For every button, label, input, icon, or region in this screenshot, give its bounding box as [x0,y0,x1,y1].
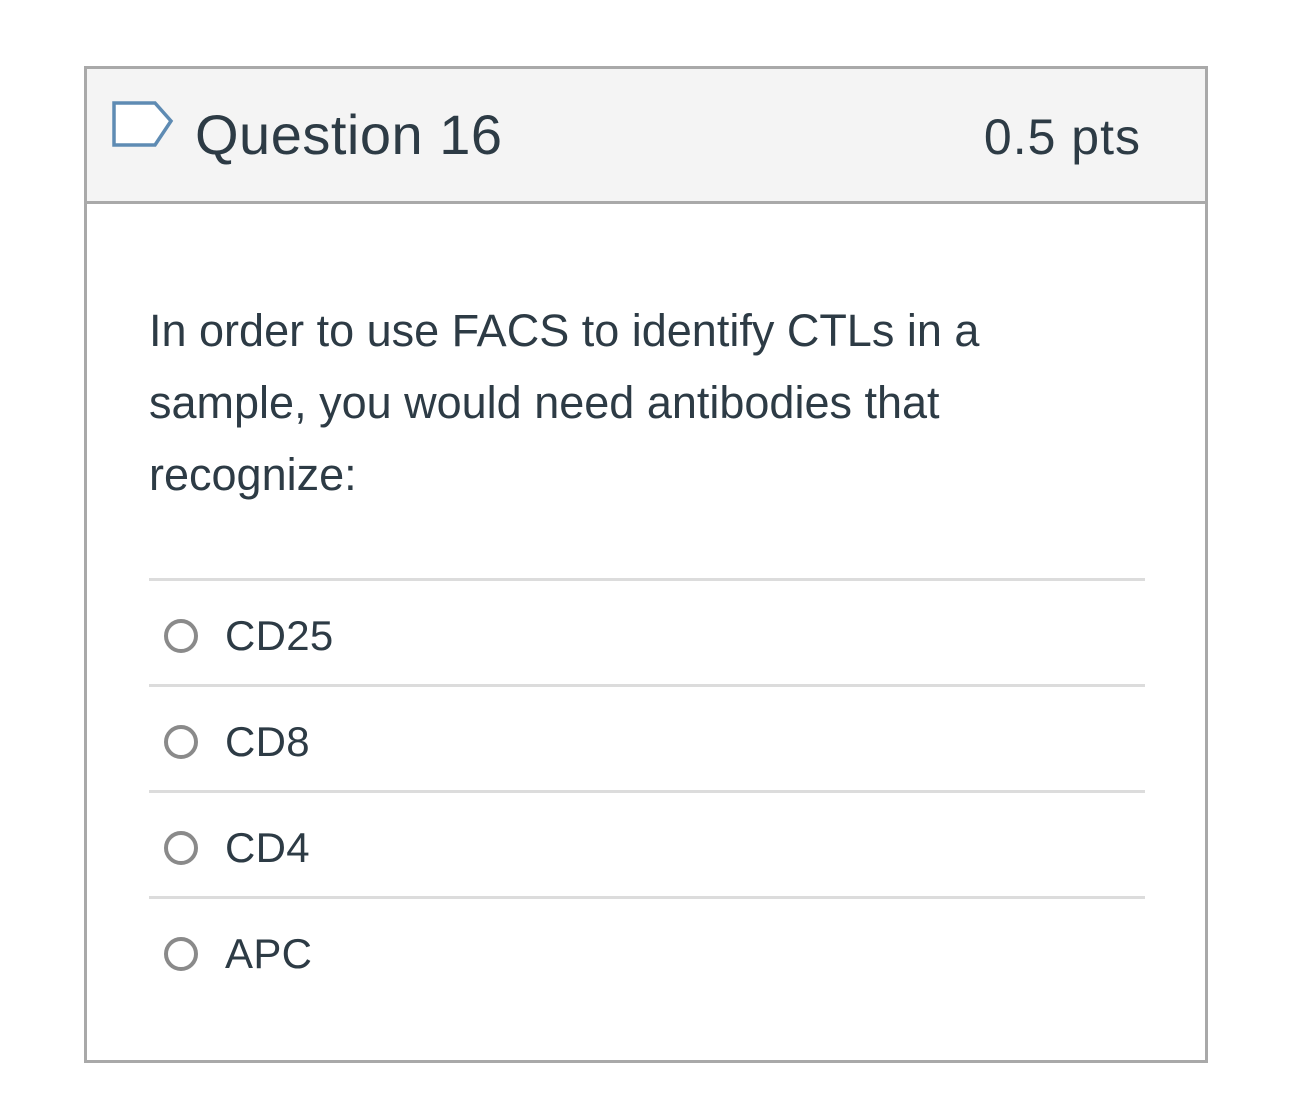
answer-label: CD25 [225,612,334,659]
answer-label: APC [225,930,313,977]
answer-label: CD4 [225,824,310,871]
question-header: Question 16 0.5 pts [87,69,1205,204]
question-title: Question 16 [195,103,503,166]
question-card: Question 16 0.5 pts In order to use FACS… [84,66,1208,1063]
question-text: In order to use FACS to identify CTLs in… [149,305,980,500]
answer-label: CD8 [225,718,310,765]
answer-option-apc[interactable]: APC [149,896,1145,1002]
answer-option-cd25[interactable]: CD25 [149,578,1145,684]
question-points: 0.5 pts [983,109,1141,165]
answer-option-cd4[interactable]: CD4 [149,790,1145,896]
radio-button[interactable] [164,831,198,865]
flag-question-icon[interactable] [111,99,175,151]
radio-button[interactable] [164,725,198,759]
radio-button[interactable] [164,937,198,971]
radio-button[interactable] [164,619,198,653]
answer-list: CD25 CD8 CD4 APC [149,578,1145,1002]
answer-option-cd8[interactable]: CD8 [149,684,1145,790]
